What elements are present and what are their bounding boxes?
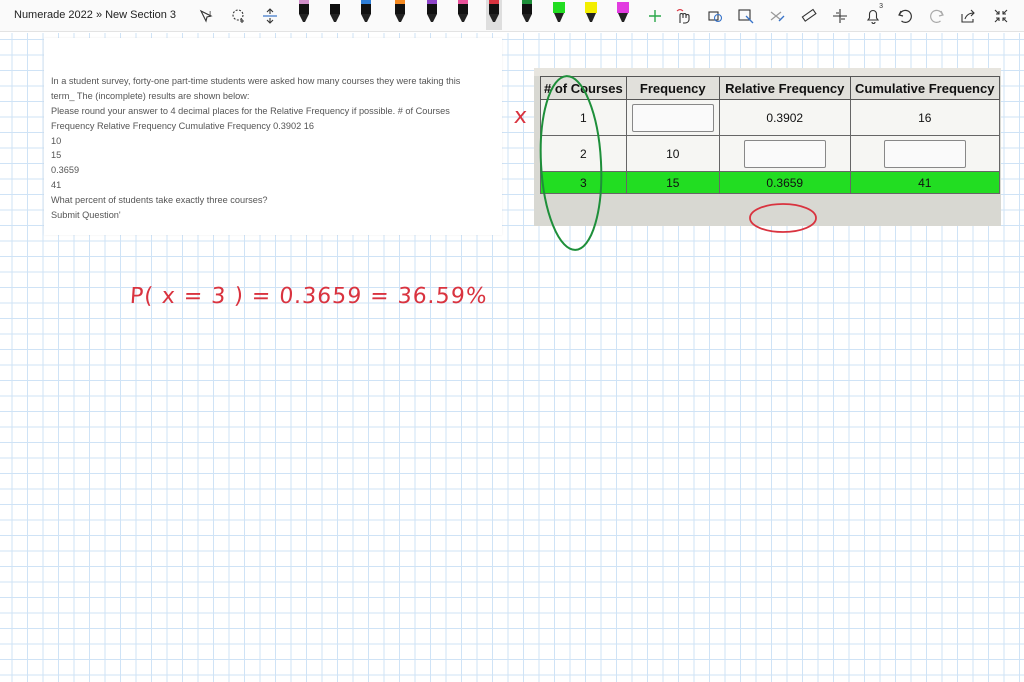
- ink-to-shape-icon[interactable]: [705, 6, 725, 26]
- red-x-mark: x: [513, 104, 528, 129]
- problem-line: Please round your answer to 4 decimal pl…: [51, 106, 450, 116]
- header-frequency: Frequency: [625, 76, 720, 100]
- share-icon[interactable]: [958, 6, 978, 26]
- ruler-icon[interactable]: [799, 6, 819, 26]
- pen-black-pink-icon[interactable]: [296, 0, 312, 30]
- cell-courses: 2: [540, 135, 627, 172]
- cell-frequency-input[interactable]: [625, 99, 720, 136]
- cell-courses: 1: [540, 99, 627, 136]
- problem-text-card: In a student survey, forty-one part-time…: [44, 38, 502, 235]
- cell-frequency: 15: [625, 171, 720, 194]
- cell-cumulative: 41: [849, 171, 1000, 194]
- clipped-text-strip: [534, 68, 1001, 76]
- highlighter-green-icon[interactable]: [551, 0, 567, 30]
- notification-count: 3: [879, 3, 883, 10]
- highlighter-yellow-icon[interactable]: [583, 0, 599, 30]
- cell-relative-input[interactable]: [718, 135, 851, 172]
- add-space-icon[interactable]: [260, 6, 280, 26]
- pen-red-icon[interactable]: [486, 0, 502, 30]
- frequency-table: # of Courses Frequency Relative Frequenc…: [540, 76, 1000, 194]
- header-relative-frequency: Relative Frequency: [718, 76, 851, 100]
- redo-icon[interactable]: [927, 6, 947, 26]
- cell-cumulative: 16: [849, 99, 1000, 136]
- graph-grid-icon[interactable]: [830, 6, 850, 26]
- header-cumulative-frequency: Cumulative Frequency: [849, 76, 1000, 100]
- cell-frequency: 10: [625, 135, 720, 172]
- undo-icon[interactable]: [895, 6, 915, 26]
- frequency-table-screenshot: # of Courses Frequency Relative Frequenc…: [534, 68, 1001, 226]
- pen-pink-icon[interactable]: [455, 0, 471, 30]
- problem-line: term_ The (incomplete) results are shown…: [51, 91, 250, 101]
- problem-line: 15: [51, 150, 62, 160]
- document-title: Numerade 2022 » New Section 3: [14, 9, 177, 21]
- cell-relative: 0.3659: [718, 171, 851, 194]
- submit-question-text: Submit Question': [51, 210, 121, 220]
- handwritten-equation: P( x = 3 ) = 0.3659 = 36.59%: [129, 284, 489, 309]
- ink-to-math-icon[interactable]: [767, 6, 787, 26]
- cell-courses: 3: [540, 171, 627, 194]
- pen-orange-icon[interactable]: [392, 0, 408, 30]
- problem-line: In a student survey, forty-one part-time…: [51, 76, 461, 86]
- add-pen-icon[interactable]: [645, 6, 665, 26]
- table-header-row: # of Courses Frequency Relative Frequenc…: [540, 76, 1000, 100]
- ink-to-text-icon[interactable]: [736, 6, 756, 26]
- pen-green-dark-icon[interactable]: [519, 0, 535, 30]
- pen-blue-icon[interactable]: [358, 0, 374, 30]
- cell-cumulative-input[interactable]: [849, 135, 1000, 172]
- problem-line: 0.3659: [51, 165, 80, 175]
- lasso-text-select-icon[interactable]: I: [198, 6, 218, 26]
- problem-line: Frequency Relative Frequency Cumulative …: [51, 121, 315, 131]
- table-row: 2 10: [540, 135, 1000, 172]
- table-row: 1 0.3902 16: [540, 99, 1000, 136]
- problem-line: 41: [51, 180, 62, 190]
- lasso-select-icon[interactable]: [229, 6, 249, 26]
- pen-black-icon[interactable]: [327, 0, 343, 30]
- cell-relative: 0.3902: [718, 99, 851, 136]
- highlighter-magenta-icon[interactable]: [615, 0, 631, 30]
- problem-line: 10: [51, 136, 62, 146]
- toolbar: Numerade 2022 » New Section 3 I 3: [0, 0, 1024, 32]
- svg-text:I: I: [209, 10, 211, 19]
- problem-line: What percent of students take exactly th…: [51, 195, 268, 205]
- full-screen-icon[interactable]: [991, 6, 1011, 26]
- notifications-bell-icon[interactable]: 3: [864, 3, 884, 26]
- table-row-highlighted: 3 15 0.3659 41: [540, 171, 1000, 194]
- header-courses: # of Courses: [540, 76, 627, 100]
- pen-purple-icon[interactable]: [424, 0, 440, 30]
- touch-draw-icon[interactable]: [673, 6, 693, 26]
